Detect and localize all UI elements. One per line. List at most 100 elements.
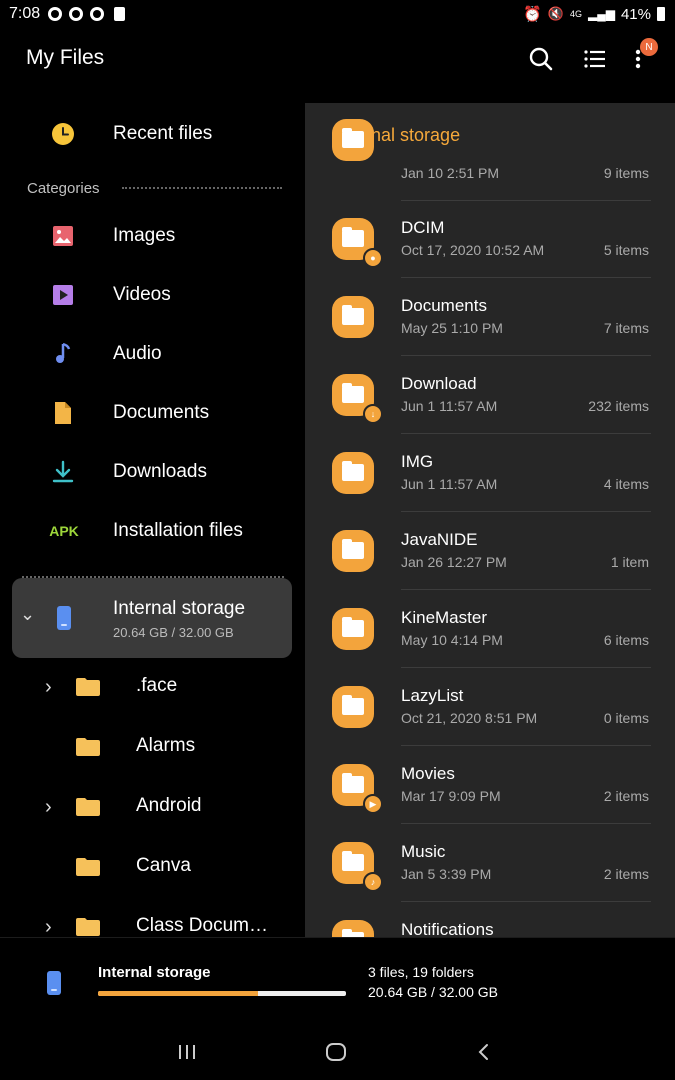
- sidebar-item-label: Documents: [113, 402, 210, 423]
- folder-row-dcim[interactable]: ● DCIM Oct 17, 2020 10:52 AM 5 items: [305, 200, 675, 278]
- apk-icon: APK: [49, 523, 79, 539]
- folder-icon: [332, 119, 374, 161]
- sidebar-item-label: Audio: [113, 343, 162, 364]
- folder-count: 7 items: [603, 320, 649, 336]
- folder-date: Jan 10 2:51 PM: [401, 165, 500, 181]
- storage-usage-bar: [98, 991, 346, 996]
- list-view-icon[interactable]: [580, 44, 610, 74]
- sidebar-item-audio[interactable]: Audio: [0, 325, 300, 381]
- folder-count: 1 item: [610, 554, 649, 570]
- sidebar-item-label: Installation files: [113, 520, 243, 541]
- sidebar-item-label: Downloads: [113, 461, 207, 482]
- folder-name: Movies: [401, 764, 455, 783]
- home-icon[interactable]: [325, 1042, 347, 1062]
- folder-icon: [332, 608, 374, 650]
- sidebar-item-label: Videos: [113, 284, 171, 305]
- search-icon[interactable]: [526, 44, 556, 74]
- folder-name: DCIM: [401, 218, 445, 237]
- download-icon: [50, 459, 76, 485]
- back-icon[interactable]: [474, 1042, 494, 1062]
- storage-summary-bar[interactable]: Internal storage 3 files, 19 folders 20.…: [0, 937, 675, 1018]
- folder-date: May 25 1:10 PM: [401, 320, 503, 336]
- folder-row-download[interactable]: ↓ Download Jun 1 11:57 AM 232 items: [305, 356, 675, 434]
- folder-date: Jan 26 12:27 PM: [401, 554, 507, 570]
- tree-item-label: Class Docum…: [136, 915, 268, 936]
- messenger-notification-icon: [69, 7, 83, 21]
- messenger-notification-icon: [90, 7, 104, 21]
- folder-name: IMG: [401, 452, 434, 471]
- image-icon: [50, 223, 76, 249]
- folder-row-notifications[interactable]: Notifications: [305, 902, 675, 937]
- folder-name: Notifications: [401, 920, 494, 937]
- folder-icon: [332, 296, 374, 338]
- tree-item-canva[interactable]: Canva: [0, 838, 300, 898]
- status-time: 7:08: [9, 5, 41, 22]
- folder-row-img[interactable]: IMG Jun 1 11:57 AM 4 items: [305, 434, 675, 512]
- folder-row-music[interactable]: ♪ Music Jan 5 3:39 PM 2 items: [305, 824, 675, 902]
- sidebar-item-documents[interactable]: Documents: [0, 384, 300, 440]
- folder-date: Jun 1 11:57 AM: [401, 398, 498, 414]
- chevron-right-icon[interactable]: ›: [45, 916, 52, 939]
- messenger-notification-icon: [48, 7, 62, 21]
- battery-level: 41%: [620, 5, 651, 23]
- folder-icon: [332, 686, 374, 728]
- folder-icon: [332, 530, 374, 572]
- sidebar-item-internal-storage[interactable]: ⌄ Internal storage 20.64 GB / 32.00 GB: [12, 578, 292, 658]
- sidebar-item-installation-files[interactable]: APK Installation files: [0, 502, 300, 558]
- folder-date: Jun 1 11:57 AM: [401, 476, 498, 492]
- camera-icon: ●: [363, 248, 383, 268]
- folder-name: LazyList: [401, 686, 464, 705]
- folder-name: JavaNIDE: [401, 530, 478, 549]
- categories-heading: Categories: [27, 180, 100, 197]
- folder-row-javanide[interactable]: JavaNIDE Jan 26 12:27 PM 1 item: [305, 512, 675, 590]
- chevron-down-icon[interactable]: ⌄: [20, 604, 35, 625]
- folder-row-movies[interactable]: ▶ Movies Mar 17 9:09 PM 2 items: [305, 746, 675, 824]
- folder-row-documents[interactable]: Documents May 25 1:10 PM 7 items: [305, 278, 675, 356]
- chevron-right-icon[interactable]: ›: [45, 796, 52, 819]
- folder-name: Download: [401, 374, 477, 393]
- sidebar-item-label: Images: [113, 225, 176, 246]
- signal-icon: ▂▄▆: [588, 7, 615, 21]
- tree-item-label: Alarms: [136, 735, 196, 756]
- storage-usage: 20.64 GB / 32.00 GB: [113, 625, 234, 640]
- storage-usage-fill: [98, 991, 258, 996]
- status-indicators: ⏰ 🔇 4G ▂▄▆ 41%: [523, 5, 665, 23]
- sidebar-item-videos[interactable]: Videos: [0, 266, 300, 322]
- sidebar-item-images[interactable]: Images: [0, 207, 300, 263]
- page-title: My Files: [26, 46, 105, 69]
- sidebar-item-downloads[interactable]: Downloads: [0, 443, 300, 499]
- divider: [122, 187, 282, 189]
- recent-apps-icon[interactable]: [176, 1042, 198, 1062]
- folder-row[interactable]: Jan 10 2:51 PM 9 items: [305, 119, 675, 201]
- tree-item-android[interactable]: › Android: [0, 778, 300, 838]
- sidebar-item-recent-files[interactable]: Recent files: [0, 105, 300, 161]
- alarm-icon: ⏰: [523, 6, 542, 23]
- folder-row-kinemaster[interactable]: KineMaster May 10 4:14 PM 6 items: [305, 590, 675, 668]
- chevron-right-icon[interactable]: ›: [45, 676, 52, 699]
- folder-date: May 10 4:14 PM: [401, 632, 503, 648]
- folder-icon: [76, 798, 100, 816]
- folder-list-panel: Internal storage Jan 10 2:51 PM 9 items …: [305, 103, 675, 937]
- tree-item-label: Android: [136, 795, 202, 816]
- tree-item-alarms[interactable]: Alarms: [0, 718, 300, 778]
- tree-item-label: Canva: [136, 855, 191, 876]
- tree-item-face[interactable]: › .face: [0, 658, 300, 718]
- folder-icon: [76, 858, 100, 876]
- music-note-icon: ♪: [363, 872, 383, 892]
- folder-count: 0 items: [603, 710, 649, 726]
- folder-date: Oct 17, 2020 10:52 AM: [401, 242, 545, 258]
- notification-badge: N: [640, 38, 658, 56]
- signal-type: 4G: [569, 9, 582, 19]
- document-icon: [50, 400, 76, 426]
- folder-count: 6 items: [603, 632, 649, 648]
- storage-usage: 20.64 GB / 32.00 GB: [368, 984, 498, 1000]
- folder-icon: [76, 738, 100, 756]
- folder-name: Documents: [401, 296, 487, 315]
- folder-count: 9 items: [603, 165, 649, 181]
- status-bar: 7:08 ⏰ 🔇 4G ▂▄▆ 41%: [0, 0, 675, 30]
- folder-name: KineMaster: [401, 608, 487, 627]
- mute-icon: 🔇: [547, 6, 564, 21]
- clock-icon: [50, 121, 76, 147]
- folder-row-lazylist[interactable]: LazyList Oct 21, 2020 8:51 PM 0 items: [305, 668, 675, 746]
- phone-icon: [47, 971, 61, 995]
